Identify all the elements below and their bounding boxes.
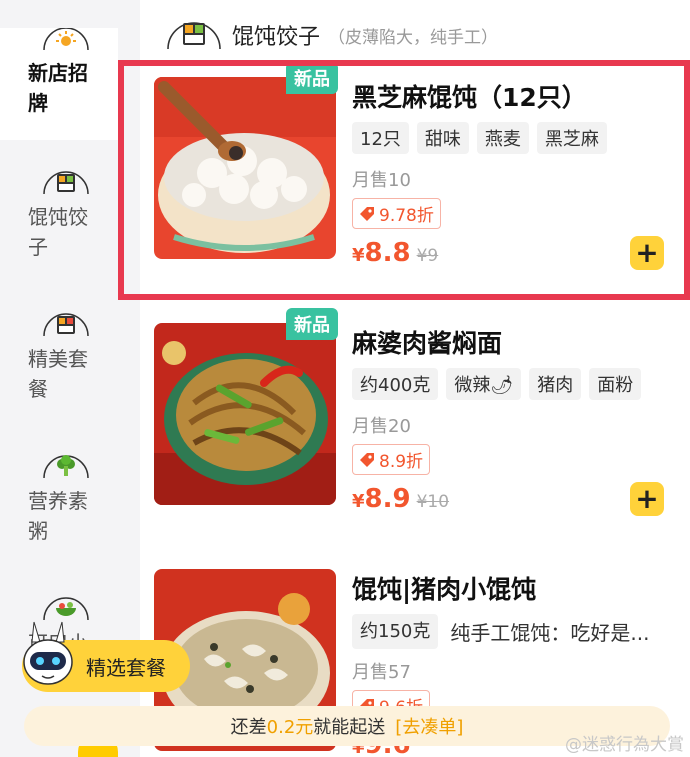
product-tags: 约150克 纯手工馄饨：吃好是... (352, 614, 649, 649)
sidebar-item-label: 精美套餐 (28, 347, 88, 401)
min-order-amount: 0.2元 (266, 717, 314, 738)
product-tag: 约150克 (352, 614, 439, 649)
plus-icon: + (635, 482, 659, 515)
bento-icon (167, 22, 221, 50)
product-tag: 微辣🌶 (446, 368, 522, 400)
product-image[interactable] (154, 323, 336, 505)
product-name[interactable]: 馄饨|猪肉小馄饨 (352, 570, 536, 606)
product-name[interactable]: 麻婆肉酱焖面 (352, 324, 502, 360)
sun-icon (43, 28, 89, 51)
add-to-cart-button[interactable]: + (630, 482, 664, 516)
sidebar-item-label: 新店招牌 (28, 61, 88, 115)
product-tag: 面粉 (589, 368, 642, 400)
category-subtitle: （皮薄陷大，纯手工） (328, 27, 499, 48)
discount-badge: 8.9折 (352, 444, 431, 475)
min-order-suffix: 就能起送 (313, 717, 386, 738)
price-currency: ¥ (352, 491, 365, 512)
product-card[interactable]: 新品 麻婆肉酱焖面 约400克 微辣🌶 猪肉 面粉 月售20 8.9折 ¥ 8.… (118, 308, 690, 528)
price-value: 8.9 (364, 484, 411, 514)
bento-icon (43, 313, 89, 337)
sidebar-item-set-meals[interactable]: 精美套餐 (0, 312, 118, 404)
highlight-frame (118, 60, 690, 300)
product-description: 纯手工馄饨：吃好是... (450, 621, 650, 645)
category-header: 馄饨饺子 （皮薄陷大，纯手工） (166, 18, 498, 52)
product-tags: 约400克 微辣🌶 猪肉 面粉 (352, 368, 642, 400)
sidebar-item-label: 馄饨饺子 (28, 205, 88, 259)
sidebar-item-new-store[interactable]: 新店招牌 (0, 28, 118, 140)
monthly-sales: 月售20 (352, 416, 411, 437)
category-title: 馄饨饺子 (232, 25, 321, 50)
product-tag: 约400克 (352, 368, 439, 400)
original-price: ¥10 (416, 492, 450, 512)
price: ¥ 8.9 ¥10 (352, 484, 449, 514)
discount-text: 8.9折 (379, 452, 424, 472)
min-order-prefix: 还差 (230, 717, 267, 738)
add-more-link[interactable]: [去凑单] (395, 713, 463, 739)
bento-icon (43, 171, 89, 195)
robot-mascot-icon (23, 621, 73, 685)
watermark: @迷惑行為大賞 (565, 735, 684, 755)
new-badge: 新品 (286, 308, 338, 340)
sidebar-item-porridge[interactable]: 营养素粥 (0, 454, 118, 546)
price-tag-icon (360, 452, 374, 467)
product-tag: 猪肉 (529, 368, 582, 400)
monthly-sales: 月售57 (352, 662, 411, 683)
sidebar-item-wonton-dumplings[interactable]: 馄饨饺子 (0, 170, 118, 262)
featured-sets-label: 精选套餐 (86, 655, 166, 680)
sidebar-item-label: 营养素粥 (28, 489, 88, 543)
broccoli-icon (43, 455, 89, 479)
